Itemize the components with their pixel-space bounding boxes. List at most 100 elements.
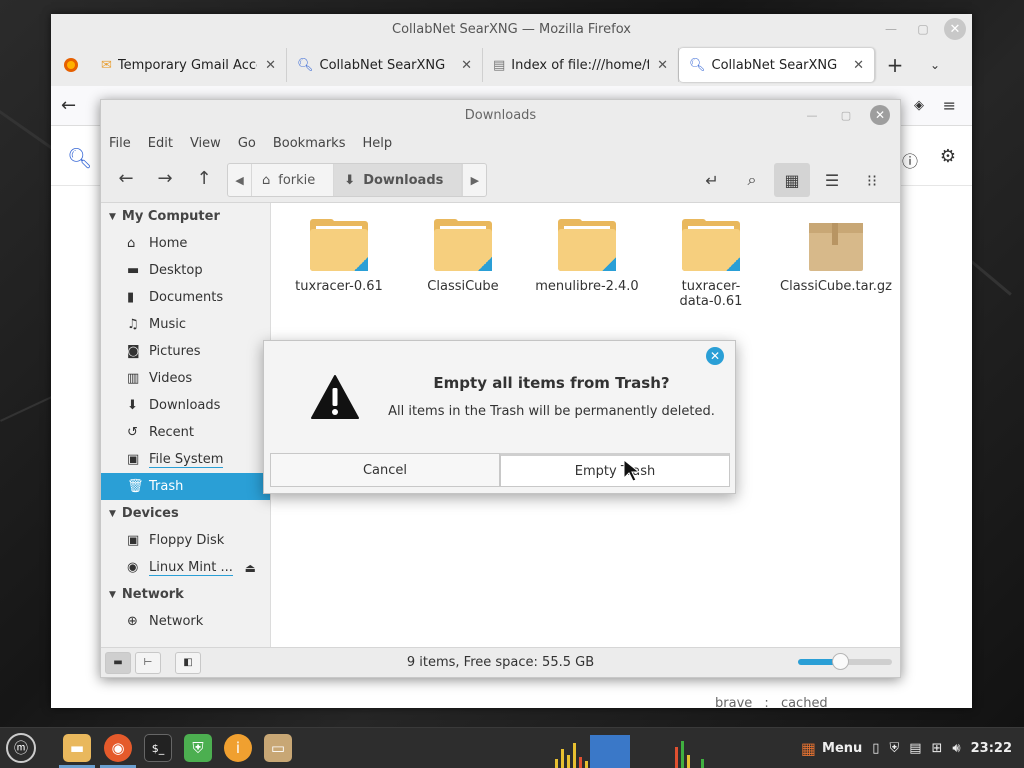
sidebar-section-devices[interactable]: ▼ Devices [101, 500, 270, 527]
pocket-icon[interactable]: ◈ [914, 98, 924, 113]
close-button[interactable]: ✕ [870, 105, 890, 125]
breadcrumb-left-arrow-icon[interactable]: ◀ [228, 164, 252, 196]
tab-searxng-active[interactable]: 🔍︎ CollabNet SearXNG ✕ [679, 48, 875, 82]
network-icon[interactable]: ⊞ [932, 741, 943, 756]
menu-edit[interactable]: Edit [148, 136, 173, 151]
brave-link[interactable]: brave [715, 696, 752, 708]
tab-searxng[interactable]: 🔍︎ CollabNet SearXNG ✕ [287, 48, 483, 82]
sidebar-header: Network [121, 587, 184, 602]
folder-icon [434, 219, 492, 271]
volume-icon[interactable]: 🔊︎ [952, 741, 960, 756]
icon-view-button[interactable]: ▦ [774, 163, 810, 197]
tab-gmail[interactable]: ✉ Temporary Gmail Account ✕ [91, 48, 287, 82]
sidebar-item-pictures[interactable]: ◙ Pictures [101, 338, 270, 365]
folder-icon [558, 219, 616, 271]
maximize-button[interactable]: ▢ [912, 18, 934, 40]
sidebar-item-home[interactable]: ⌂ Home [101, 230, 270, 257]
security-icon[interactable]: ⛨ [889, 741, 899, 756]
menu-help[interactable]: Help [362, 136, 392, 151]
file-item[interactable]: menulibre-2.4.0 [532, 203, 642, 294]
shield-icon[interactable]: ⛨ [184, 734, 212, 762]
film-icon: ▥ [127, 371, 140, 386]
file-item[interactable]: ClassiCube [408, 203, 518, 294]
menu-go[interactable]: Go [238, 136, 256, 151]
menu-view[interactable]: View [190, 136, 221, 151]
mail-icon: ✉ [101, 57, 112, 73]
window-title: Downloads [464, 108, 537, 123]
gear-icon[interactable]: ⚙ [940, 146, 956, 167]
up-button[interactable]: ↑ [187, 162, 221, 196]
breadcrumb-downloads[interactable]: ⬇ Downloads [334, 164, 463, 196]
menu-file[interactable]: File [109, 136, 131, 151]
breadcrumb-forkie[interactable]: ⌂ forkie [252, 164, 335, 196]
zoom-slider[interactable] [798, 653, 892, 670]
empty-trash-button[interactable]: Empty Trash [500, 453, 730, 487]
tab-file-index[interactable]: ▤ Index of file:///home/forkie ✕ [483, 48, 679, 82]
sidebar-item-network[interactable]: ⊕ Network [101, 608, 270, 635]
back-button[interactable]: ← [109, 162, 143, 196]
sidebar-item-recent[interactable]: ↺ Recent [101, 419, 270, 446]
close-tab-icon[interactable]: ✕ [657, 58, 668, 73]
show-tree-button[interactable]: ⊢ [135, 651, 161, 674]
hamburger-menu-icon[interactable]: ≡ [943, 96, 956, 115]
sidebar-item-videos[interactable]: ▥ Videos [101, 365, 270, 392]
sidebar-item-label: File System [149, 451, 224, 468]
files-icon[interactable]: ▬ [63, 734, 91, 762]
clock[interactable]: 23:22 [971, 741, 1012, 756]
breadcrumb-label: forkie [278, 172, 316, 188]
info-icon[interactable]: i [224, 734, 252, 762]
breadcrumb-right-arrow-icon[interactable]: ▶ [462, 164, 486, 196]
notes-icon[interactable]: ▯ [872, 741, 879, 756]
info-icon[interactable]: ⓘ [902, 148, 918, 172]
tab-list-button[interactable]: ⌄ [915, 58, 955, 72]
close-tab-icon[interactable]: ✕ [265, 58, 276, 73]
sidebar-item-trash[interactable]: 🗑︎ Trash [101, 473, 270, 500]
compact-view-button[interactable]: ⁝⁝ [854, 163, 890, 197]
forward-button[interactable]: → [148, 162, 182, 196]
sidebar-item-file-system[interactable]: ▣ File System [101, 446, 270, 473]
hide-sidebar-button[interactable]: ◧ [175, 651, 201, 674]
list-view-button[interactable]: ☰ [814, 163, 850, 197]
file-item[interactable]: ClassiCube.tar.gz [778, 203, 894, 294]
mint-menu-icon[interactable]: ⓜ [6, 733, 36, 763]
show-places-button[interactable]: ▬ [105, 651, 131, 674]
sidebar-item-desktop[interactable]: ▬ Desktop [101, 257, 270, 284]
sidebar-item-label: Floppy Disk [149, 533, 225, 548]
zoom-slider-handle[interactable] [832, 653, 850, 670]
search-icon[interactable]: ⌕ [734, 163, 770, 197]
close-icon[interactable]: ✕ [706, 347, 724, 365]
new-tab-button[interactable]: + [875, 53, 915, 77]
eject-icon[interactable]: ⏏ [245, 561, 256, 575]
menu-label: Menu [822, 741, 863, 756]
cancel-button[interactable]: Cancel [270, 453, 500, 487]
menu-button[interactable]: ▦ Menu [801, 739, 862, 758]
file-item[interactable]: tuxracer-0.61 [284, 203, 394, 294]
sidebar-item-music[interactable]: ♫ Music [101, 311, 270, 338]
back-icon[interactable]: ← [61, 95, 76, 116]
terminal-icon[interactable]: $_ [144, 734, 172, 762]
minimize-button[interactable]: — [880, 18, 902, 40]
sidebar: ▼ My Computer ⌂ Home ▬ Desktop ▮ Documents … [101, 203, 271, 649]
result-links: brave : cached [715, 696, 828, 708]
clipboard-icon[interactable]: ▤ [909, 741, 921, 756]
sidebar-section-network[interactable]: ▼ Network [101, 581, 270, 608]
archive-icon[interactable]: ▭ [264, 734, 292, 762]
close-tab-icon[interactable]: ✕ [461, 58, 472, 73]
sidebar-item-documents[interactable]: ▮ Documents [101, 284, 270, 311]
sidebar-item-downloads[interactable]: ⬇ Downloads [101, 392, 270, 419]
maximize-button[interactable]: ▢ [836, 105, 856, 125]
firefox-icon[interactable] [51, 57, 91, 73]
firefox-icon[interactable]: ◉ [104, 734, 132, 762]
toggle-location-icon[interactable]: ↵ [694, 163, 730, 197]
sidebar-item-linux-mint[interactable]: ◉ Linux Mint ... ⏏ [101, 554, 270, 581]
minimize-button[interactable]: — [802, 105, 822, 125]
close-tab-icon[interactable]: ✕ [853, 58, 864, 73]
file-item[interactable]: tuxracer-data-0.61 [656, 203, 766, 309]
sidebar-section-my-computer[interactable]: ▼ My Computer [101, 203, 270, 230]
sidebar-item-floppy-disk[interactable]: ▣ Floppy Disk [101, 527, 270, 554]
close-button[interactable]: ✕ [944, 18, 966, 40]
cached-link[interactable]: cached [781, 696, 828, 708]
menu-bookmarks[interactable]: Bookmarks [273, 136, 346, 151]
status-bar: 9 items, Free space: 55.5 GB ▬ ⊢ ◧ [101, 647, 900, 677]
search-icon[interactable]: 🔍︎ [67, 146, 92, 170]
